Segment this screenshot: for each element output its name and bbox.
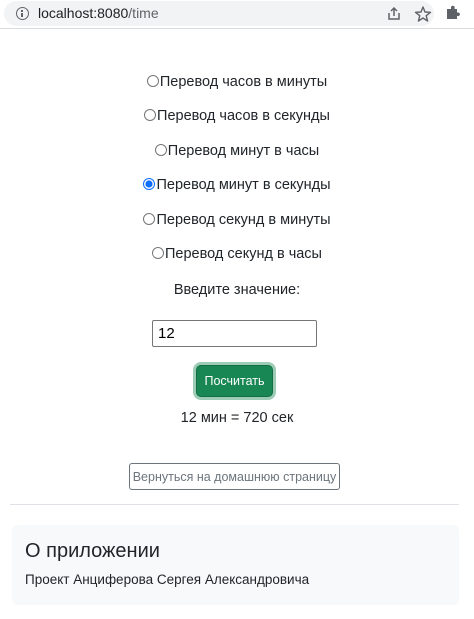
info-icon[interactable]	[16, 7, 29, 20]
share-icon[interactable]	[385, 5, 403, 23]
radio-hours-to-minutes[interactable]	[146, 75, 159, 87]
radio-label: Перевод минут в часы	[167, 143, 320, 159]
radio-option-minutes-to-seconds[interactable]: Перевод минут в секунды	[0, 176, 474, 194]
browser-toolbar: localhost:8080/time	[0, 0, 474, 29]
radio-seconds-to-hours[interactable]	[152, 247, 164, 259]
radio-option-hours-to-minutes[interactable]: Перевод часов в минуты	[0, 73, 474, 91]
radio-label: Перевод секунд в минуты	[156, 212, 331, 228]
radio-option-seconds-to-minutes[interactable]: Перевод секунд в минуты	[0, 211, 474, 229]
radio-label: Перевод секунд в часы	[165, 246, 322, 262]
puzzle-extension-icon[interactable]	[444, 4, 462, 22]
value-input[interactable]	[152, 320, 317, 347]
about-title: О приложении	[25, 540, 160, 562]
result-text: 12 мин = 720 сек	[180, 410, 294, 426]
radio-option-minutes-to-hours[interactable]: Перевод минут в часы	[0, 142, 474, 160]
radio-option-seconds-to-hours[interactable]: Перевод секунд в часы	[0, 245, 474, 263]
star-icon[interactable]	[414, 5, 432, 23]
radio-hours-to-seconds[interactable]	[144, 109, 157, 121]
url-host: localhost:8080	[38, 5, 129, 21]
radio-label: Перевод часов в секунды	[157, 108, 330, 124]
radio-minutes-to-seconds[interactable]	[143, 178, 156, 190]
value-prompt-label: Введите значение:	[173, 282, 301, 298]
divider	[10, 504, 459, 505]
radio-label: Перевод минут в секунды	[156, 177, 331, 193]
radio-option-hours-to-seconds[interactable]: Перевод часов в секунды	[0, 107, 474, 125]
radio-seconds-to-minutes[interactable]	[143, 213, 156, 225]
address-bar[interactable]: localhost:8080/time	[4, 1, 434, 26]
about-card: О приложении Проект Анциферова Сергея Ал…	[12, 525, 459, 605]
radio-label: Перевод часов в минуты	[159, 74, 328, 90]
home-button[interactable]: Вернуться на домашнюю страницу	[129, 463, 340, 490]
about-text: Проект Анциферова Сергея Александровича	[25, 572, 310, 587]
calculate-button[interactable]: Посчитать	[196, 365, 273, 397]
url-text[interactable]: localhost:8080/time	[38, 5, 159, 21]
radio-minutes-to-hours[interactable]	[154, 144, 167, 156]
url-path: /time	[128, 5, 159, 21]
